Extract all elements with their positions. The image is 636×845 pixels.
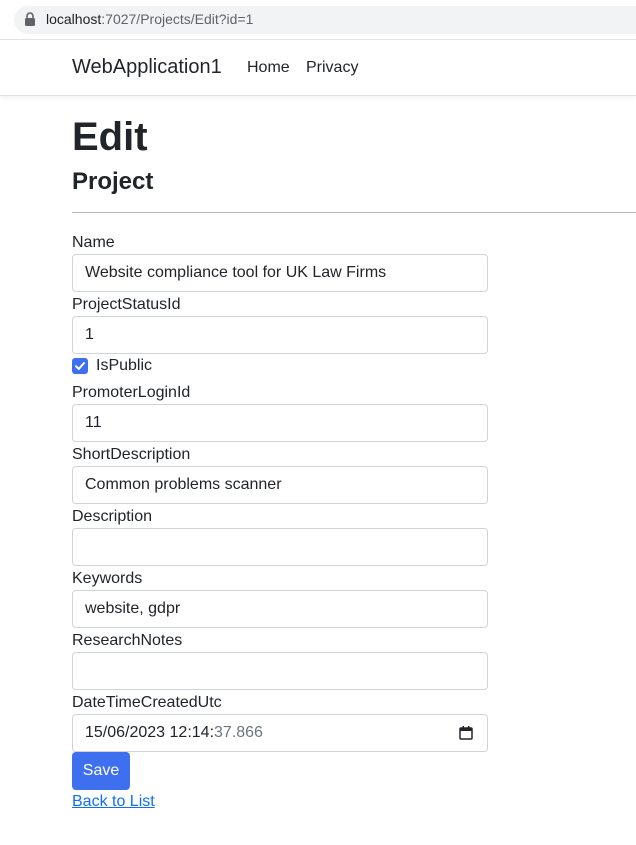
promoter-login-id-label: PromoterLoginId [72, 384, 191, 401]
name-label: Name [72, 234, 115, 251]
project-status-id-input[interactable]: 1 [72, 316, 488, 354]
calendar-icon[interactable] [459, 726, 473, 740]
nav-link-home[interactable]: Home [247, 59, 290, 77]
is-public-checkbox[interactable] [72, 358, 88, 374]
navbar: WebApplication1 Home Privacy [0, 40, 636, 96]
datetime-value: 15/06/2023 12:14: [85, 724, 215, 741]
lock-icon [25, 12, 35, 26]
navbar-brand[interactable]: WebApplication1 [72, 56, 222, 79]
nav-link-privacy[interactable]: Privacy [306, 59, 358, 77]
page-subtitle: Project [72, 168, 154, 195]
checkmark-icon [75, 362, 85, 370]
url-text[interactable]: localhost:7027/Projects/Edit?id=1 [46, 11, 253, 27]
page-title: Edit [72, 115, 148, 159]
save-button[interactable]: Save [72, 752, 130, 790]
short-description-label: ShortDescription [72, 446, 191, 463]
keywords-label: Keywords [72, 570, 143, 587]
date-time-created-utc-label: DateTimeCreatedUtc [72, 694, 222, 711]
divider [72, 212, 636, 213]
is-public-label[interactable]: IsPublic [96, 357, 152, 375]
browser-address-bar: localhost:7027/Projects/Edit?id=1 [0, 0, 636, 40]
project-status-id-label: ProjectStatusId [72, 296, 181, 313]
research-notes-label: ResearchNotes [72, 632, 183, 649]
description-input[interactable] [72, 528, 488, 566]
url-path: :7027/Projects/Edit?id=1 [101, 11, 254, 27]
description-label: Description [72, 508, 153, 525]
short-description-input[interactable]: Common problems scanner [72, 466, 488, 504]
keywords-input[interactable]: website, gdpr [72, 590, 488, 628]
url-host: localhost [46, 11, 102, 27]
datetime-seconds: 37.866 [214, 724, 263, 741]
promoter-login-id-input[interactable]: 11 [72, 404, 488, 442]
back-to-list-link[interactable]: Back to List [72, 793, 155, 811]
date-time-created-utc-input[interactable]: 15/06/2023 12:14:37.866 [72, 714, 488, 752]
name-input[interactable]: Website compliance tool for UK Law Firms [72, 254, 488, 292]
research-notes-input[interactable] [72, 652, 488, 690]
